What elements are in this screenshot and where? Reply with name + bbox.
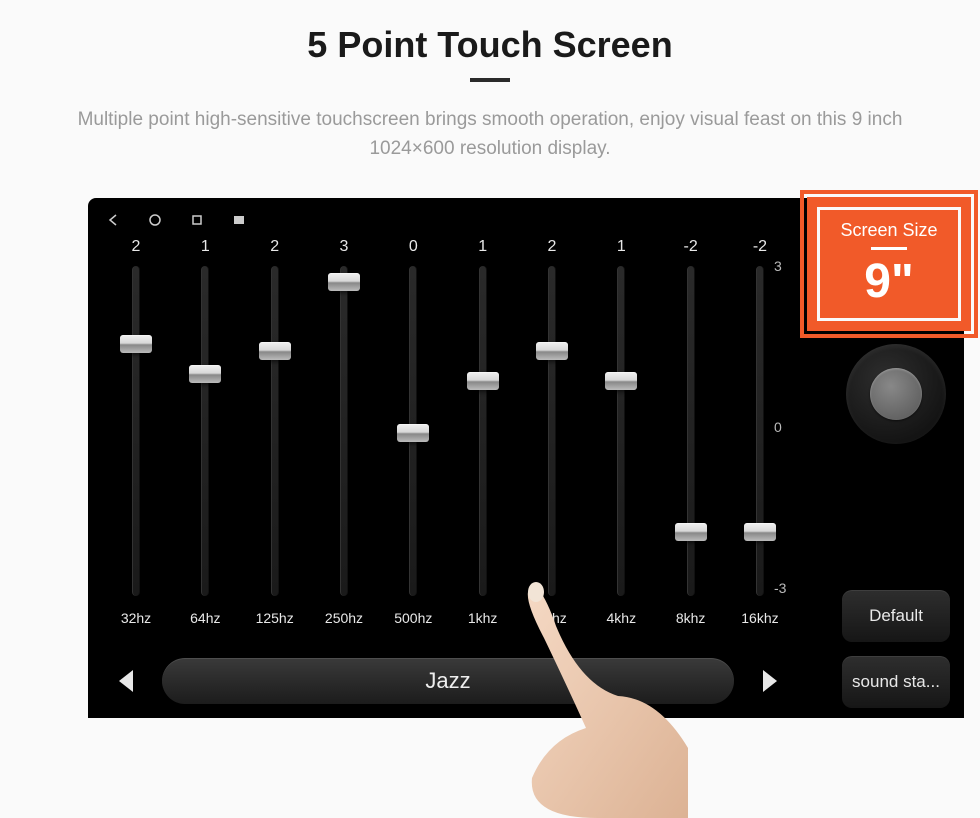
equalizer: 2 32hz 1 64hz 2 125hz 3 250hz 0 500hz 1 1khz 2 2khz 1 4…: [98, 238, 798, 658]
band-freq: 125hz: [256, 610, 294, 626]
default-button-label: Default: [869, 606, 923, 626]
back-icon[interactable]: [106, 213, 120, 227]
volume-knob[interactable]: [846, 344, 946, 444]
default-button[interactable]: Default: [842, 590, 950, 642]
preset-button[interactable]: Jazz: [162, 658, 734, 704]
gallery-icon[interactable]: [232, 213, 246, 227]
screen-size-callout: Screen Size 9": [810, 200, 968, 328]
callout-label: Screen Size: [840, 220, 937, 241]
band-slider[interactable]: [617, 266, 625, 596]
band-freq: 4khz: [607, 610, 637, 626]
band-slider[interactable]: [409, 266, 417, 596]
eq-band: 1 4khz: [589, 238, 653, 658]
band-slider[interactable]: [479, 266, 487, 596]
band-freq: 64hz: [190, 610, 220, 626]
band-freq: 1khz: [468, 610, 498, 626]
slider-thumb[interactable]: [467, 372, 499, 390]
callout-divider: [871, 247, 907, 250]
callout-value: 9": [864, 254, 913, 309]
slider-thumb[interactable]: [744, 523, 776, 541]
band-value: 1: [478, 238, 487, 256]
eq-band: 2 2khz: [520, 238, 584, 658]
band-freq: 500hz: [394, 610, 432, 626]
sound-stage-label: sound sta...: [852, 672, 940, 692]
scale-min: -3: [774, 580, 786, 596]
band-value: 0: [409, 238, 418, 256]
slider-thumb[interactable]: [675, 523, 707, 541]
band-value: 1: [617, 238, 626, 256]
preset-next-button[interactable]: [752, 663, 788, 699]
band-value: 2: [548, 238, 557, 256]
slider-thumb[interactable]: [536, 342, 568, 360]
home-icon[interactable]: [148, 213, 162, 227]
scale-mid: 0: [774, 419, 782, 435]
band-freq: 2khz: [537, 610, 567, 626]
band-value: 3: [340, 238, 349, 256]
slider-thumb[interactable]: [397, 424, 429, 442]
band-slider[interactable]: [756, 266, 764, 596]
slider-thumb[interactable]: [605, 372, 637, 390]
title-underline: [470, 78, 510, 82]
band-freq: 32hz: [121, 610, 151, 626]
slider-thumb[interactable]: [189, 365, 221, 383]
band-value: 2: [132, 238, 141, 256]
band-slider[interactable]: [132, 266, 140, 596]
band-value: 2: [270, 238, 279, 256]
scale-max: 3: [774, 258, 782, 274]
recent-icon[interactable]: [190, 213, 204, 227]
band-value: -2: [684, 238, 698, 256]
band-slider[interactable]: [201, 266, 209, 596]
band-freq: 16khz: [741, 610, 778, 626]
preset-label: Jazz: [425, 668, 470, 694]
band-slider[interactable]: [687, 266, 695, 596]
band-freq: 250hz: [325, 610, 363, 626]
page-title: 5 Point Touch Screen: [0, 24, 980, 66]
band-slider[interactable]: [340, 266, 348, 596]
eq-band: 1 1khz: [451, 238, 515, 658]
eq-band: -2 8khz: [659, 238, 723, 658]
band-slider[interactable]: [548, 266, 556, 596]
slider-thumb[interactable]: [328, 273, 360, 291]
eq-scale: 3 0 -3: [774, 262, 804, 592]
band-slider[interactable]: [271, 266, 279, 596]
page-subtitle: Multiple point high-sensitive touchscree…: [0, 106, 980, 163]
band-value: 1: [201, 238, 210, 256]
eq-band: 2 125hz: [243, 238, 307, 658]
eq-band: 1 64hz: [173, 238, 237, 658]
eq-band: 3 250hz: [312, 238, 376, 658]
preset-prev-button[interactable]: [108, 663, 144, 699]
sound-stage-button[interactable]: sound sta...: [842, 656, 950, 708]
volume-knob-inner: [870, 368, 922, 420]
preset-row: Jazz: [98, 658, 798, 704]
slider-thumb[interactable]: [259, 342, 291, 360]
eq-band: 0 500hz: [381, 238, 445, 658]
eq-band: 2 32hz: [104, 238, 168, 658]
band-value: -2: [753, 238, 767, 256]
slider-thumb[interactable]: [120, 335, 152, 353]
band-freq: 8khz: [676, 610, 706, 626]
